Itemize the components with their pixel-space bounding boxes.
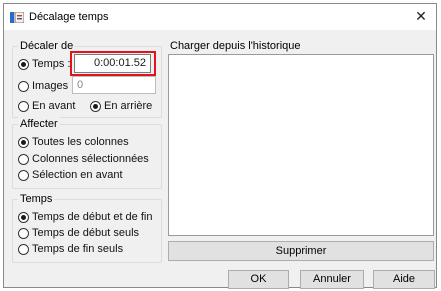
start-end-label: Temps de début et de fin: [32, 211, 153, 223]
selected-rows-radio-button[interactable]: [18, 153, 29, 165]
selected-rows-radio[interactable]: Colonnes sélectionnées: [18, 153, 149, 165]
start-only-label: Temps de début seuls: [32, 227, 140, 239]
window-title: Décalage temps: [29, 11, 109, 23]
start-only-radio-button[interactable]: [18, 227, 29, 239]
shift-by-legend: Décaler de: [18, 39, 76, 53]
title-bar: Décalage temps ✕: [4, 4, 436, 30]
frames-input[interactable]: 0: [72, 76, 156, 94]
time-shift-dialog: Décalage temps ✕ Décaler de Temps : 0:00…: [3, 3, 437, 289]
backward-radio-label: En arrière: [104, 100, 153, 112]
forward-radio[interactable]: En avant: [18, 100, 75, 112]
affect-legend: Affecter: [18, 117, 60, 131]
ok-button[interactable]: OK: [228, 270, 289, 289]
cancel-button[interactable]: Annuler: [300, 270, 364, 289]
frames-radio-button[interactable]: [18, 80, 29, 92]
frames-radio-label: Images :: [32, 80, 75, 92]
backward-radio[interactable]: En arrière: [90, 100, 152, 112]
history-label: Charger depuis l'historique: [170, 40, 301, 52]
forward-radio-button[interactable]: [18, 100, 29, 112]
close-icon: ✕: [415, 8, 427, 24]
backward-radio-button[interactable]: [90, 100, 101, 112]
time-input[interactable]: 0:00:01.52: [74, 54, 151, 73]
close-button[interactable]: ✕: [410, 6, 432, 26]
history-list[interactable]: [168, 54, 434, 236]
end-only-radio-button[interactable]: [18, 243, 29, 255]
start-only-radio[interactable]: Temps de début seuls: [18, 227, 139, 239]
help-button[interactable]: Aide: [373, 270, 435, 289]
all-rows-label: Toutes les colonnes: [32, 136, 129, 148]
delete-button[interactable]: Supprimer: [168, 241, 434, 261]
end-only-radio[interactable]: Temps de fin seuls: [18, 243, 123, 255]
selected-rows-label: Colonnes sélectionnées: [32, 153, 149, 165]
start-end-radio-button[interactable]: [18, 211, 29, 223]
start-end-radio[interactable]: Temps de début et de fin: [18, 211, 152, 223]
forward-radio-label: En avant: [32, 100, 76, 112]
all-rows-radio[interactable]: Toutes les colonnes: [18, 136, 129, 148]
frames-radio[interactable]: Images :: [18, 80, 74, 92]
time-radio-button[interactable]: [18, 58, 29, 70]
selection-onward-radio-button[interactable]: [18, 169, 29, 181]
selection-onward-radio[interactable]: Sélection en avant: [18, 169, 123, 181]
time-radio[interactable]: Temps :: [18, 58, 71, 70]
selection-onward-label: Sélection en avant: [32, 169, 123, 181]
times-legend: Temps: [18, 192, 55, 206]
time-radio-label: Temps :: [32, 58, 71, 70]
all-rows-radio-button[interactable]: [18, 136, 29, 148]
app-icon: [10, 12, 24, 23]
end-only-label: Temps de fin seuls: [32, 243, 124, 255]
